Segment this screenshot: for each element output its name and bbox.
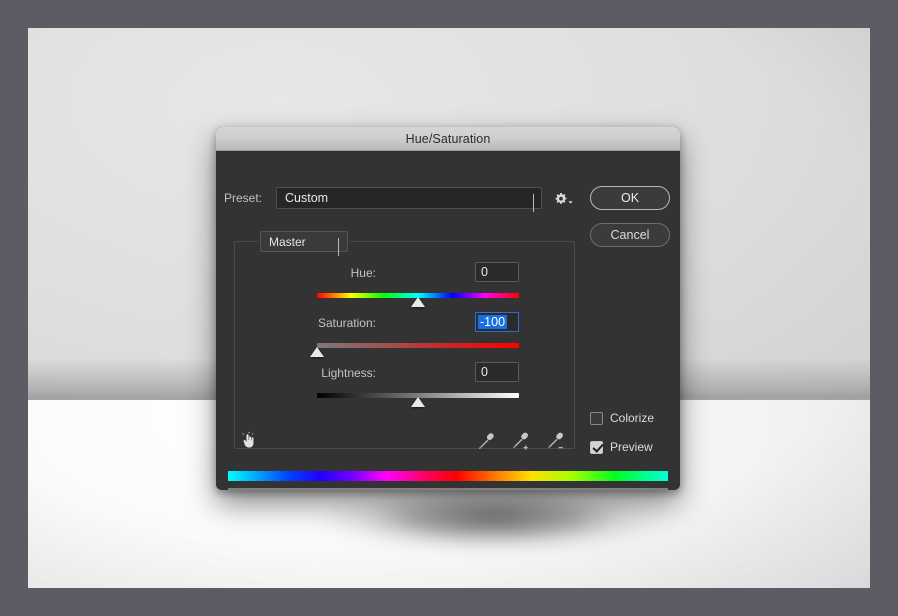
chevron-down-icon [533, 194, 534, 212]
saturation-slider-track[interactable] [317, 343, 519, 348]
dialog-title: Hue/Saturation [405, 131, 491, 146]
eyedropper-icon[interactable] [476, 430, 498, 452]
saturation-slider-thumb[interactable] [310, 347, 324, 357]
hue-input[interactable]: 0 [475, 262, 519, 282]
dialog-body: Preset: Custom OK Cancel Master Hue: 0 S… [216, 151, 680, 490]
dialog-titlebar[interactable]: Hue/Saturation [216, 127, 680, 151]
eyedropper-minus-icon[interactable] [546, 430, 568, 452]
hue-label: Hue: [350, 266, 376, 280]
preview-checkbox[interactable]: Preview [590, 440, 653, 454]
ok-button-label: OK [620, 191, 640, 205]
cancel-button-label: Cancel [610, 228, 650, 242]
dialog-drop-shadow [313, 483, 673, 553]
hue-value: 0 [481, 265, 488, 279]
hue-saturation-dialog: Hue/Saturation Preset: Custom OK Cancel … [216, 127, 680, 490]
preset-dropdown[interactable]: Custom [276, 187, 542, 212]
cancel-button[interactable]: Cancel [590, 223, 670, 247]
preview-label: Preview [610, 440, 653, 454]
lightness-label: Lightness: [321, 366, 376, 380]
preset-label: Preset: [224, 191, 263, 205]
input-hue-spectrum-bar[interactable] [228, 471, 668, 481]
channel-value: Master [269, 234, 306, 249]
lightness-value: 0 [481, 365, 488, 379]
scrubby-hand-icon[interactable] [236, 428, 260, 452]
output-hue-spectrum-bar[interactable] [228, 488, 668, 490]
saturation-value: -100 [478, 315, 508, 329]
preset-value: Custom [285, 191, 329, 205]
lightness-input[interactable]: 0 [475, 362, 519, 382]
gear-icon[interactable] [552, 187, 578, 209]
adjustment-groupbox: Master Hue: 0 Saturation: -100 Lightness… [234, 231, 575, 449]
chevron-down-icon [338, 238, 339, 256]
ok-button[interactable]: OK [590, 186, 670, 210]
colorize-label: Colorize [610, 411, 655, 425]
hue-slider-thumb[interactable] [411, 297, 425, 307]
saturation-label: Saturation: [317, 316, 376, 330]
eyedropper-plus-icon[interactable] [511, 430, 533, 452]
screen: Hue/Saturation Preset: Custom OK Cancel … [0, 0, 898, 616]
lightness-slider-thumb[interactable] [411, 397, 425, 407]
checkbox-box [590, 411, 603, 425]
channel-dropdown[interactable]: Master [260, 231, 348, 256]
saturation-input[interactable]: -100 [475, 312, 519, 332]
checkbox-box [590, 440, 603, 454]
colorize-checkbox[interactable]: Colorize [590, 411, 654, 425]
